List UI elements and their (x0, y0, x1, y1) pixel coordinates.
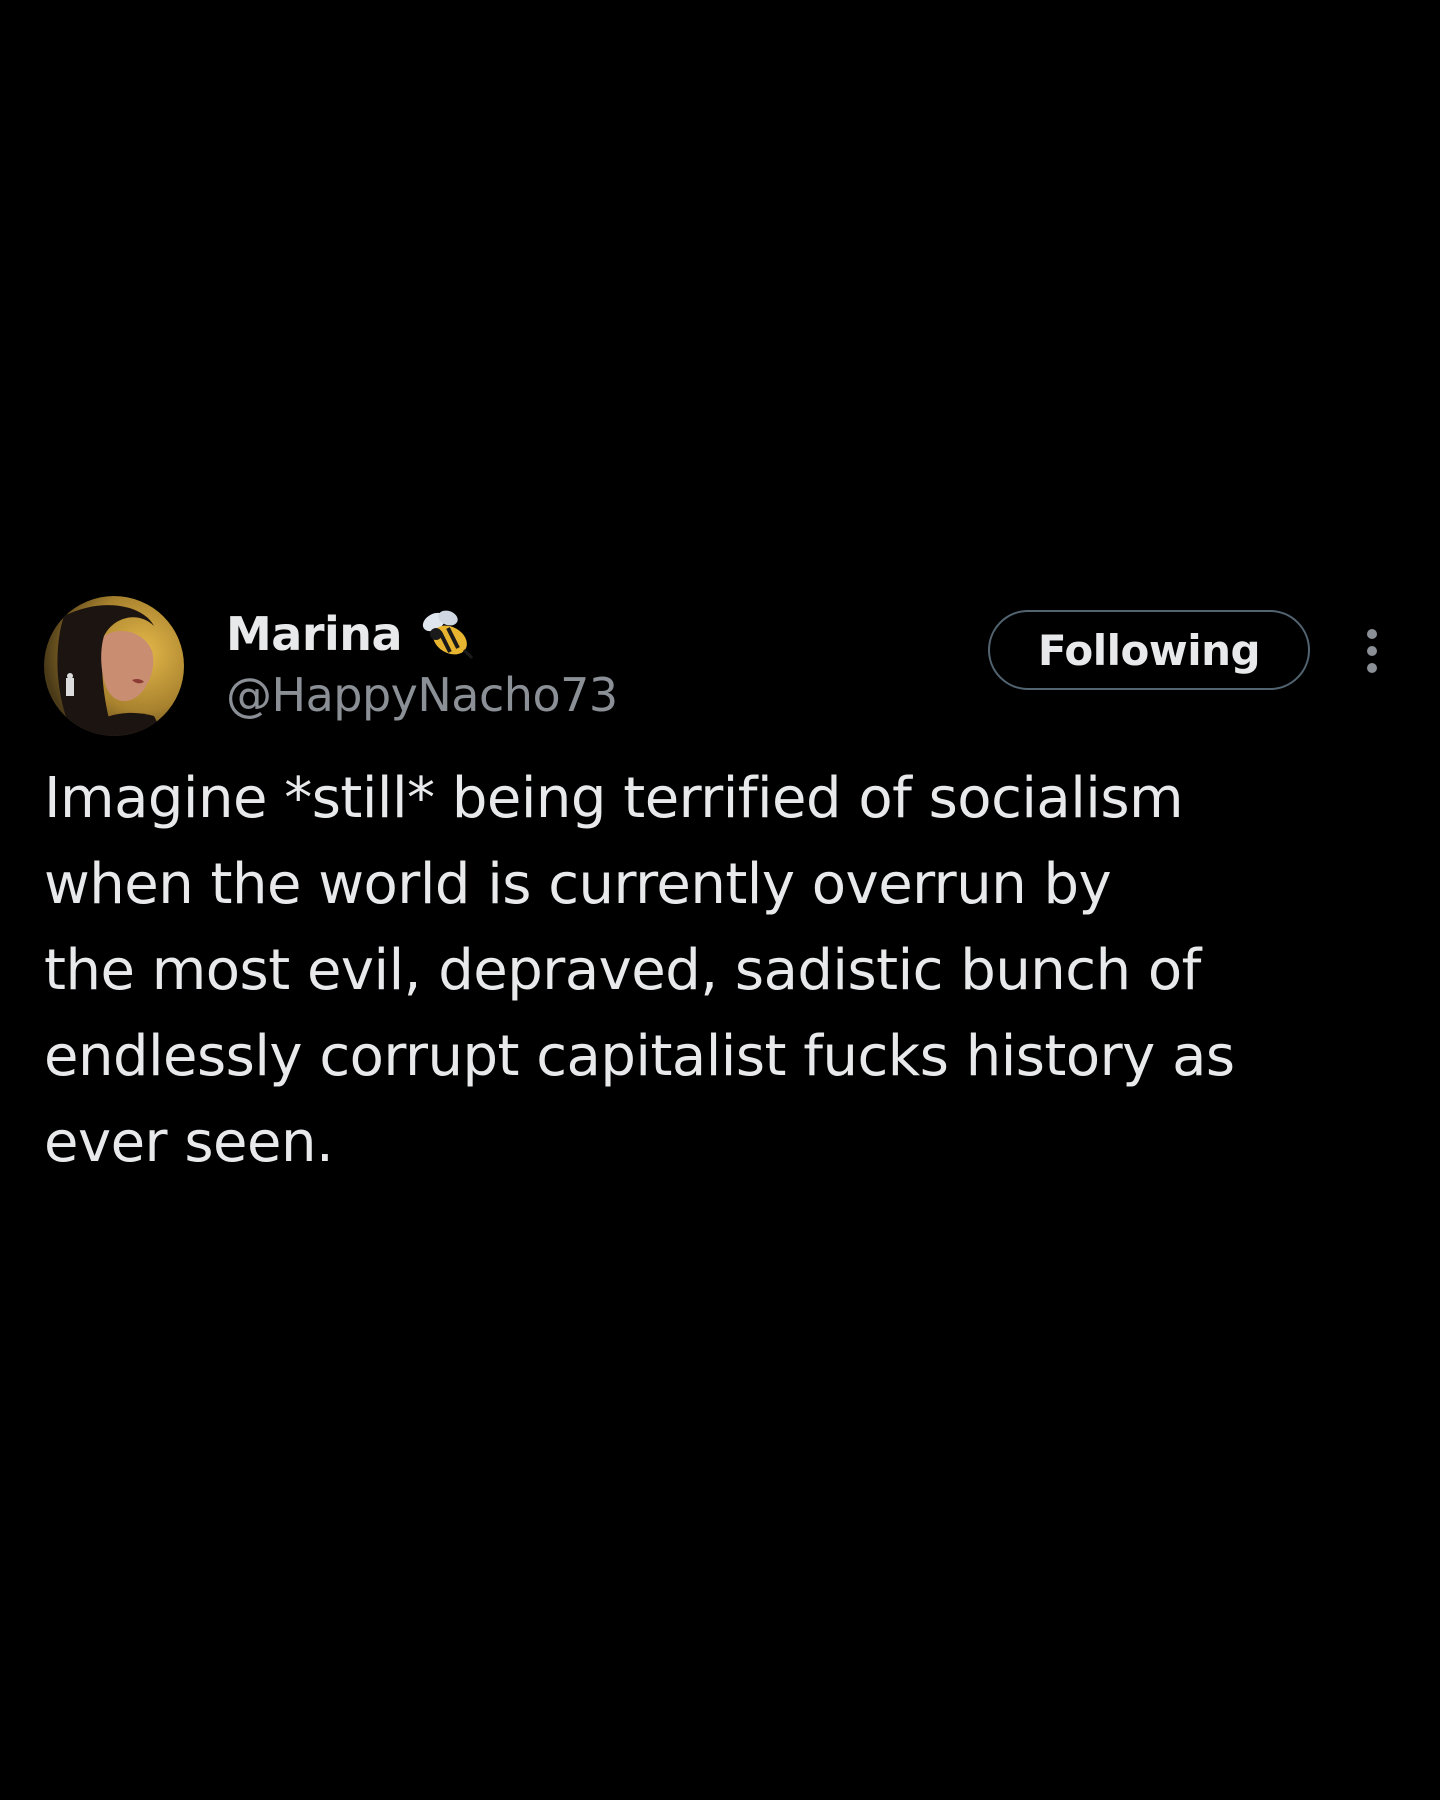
tweet-card: Marina @HappyNacho73 Following Imagine *… (44, 596, 1396, 1186)
avatar[interactable] (44, 596, 184, 736)
tweet-text: Imagine *still* being terrified of socia… (44, 756, 1396, 1186)
tweet-header: Marina @HappyNacho73 Following (44, 596, 1396, 740)
tweet-text-line: Imagine *still* being terrified of socia… (44, 766, 1184, 831)
tweet-text-line: when the world is currently overrun by (44, 852, 1112, 917)
display-name-row: Marina (226, 604, 618, 664)
display-name[interactable]: Marina (226, 607, 403, 661)
following-button[interactable]: Following (988, 610, 1310, 690)
profile-photo-icon (44, 596, 184, 736)
tweet-text-line: endlessly corrupt capitalist fucks histo… (44, 1024, 1235, 1089)
author-handle[interactable]: @HappyNacho73 (226, 668, 618, 722)
tweet-text-line: ever seen. (44, 1110, 334, 1175)
bee-icon (414, 604, 478, 664)
tweet-text-line: the most evil, depraved, sadistic bunch … (44, 938, 1201, 1003)
author-names: Marina @HappyNacho73 (226, 604, 618, 722)
more-options-icon[interactable] (1360, 626, 1384, 676)
